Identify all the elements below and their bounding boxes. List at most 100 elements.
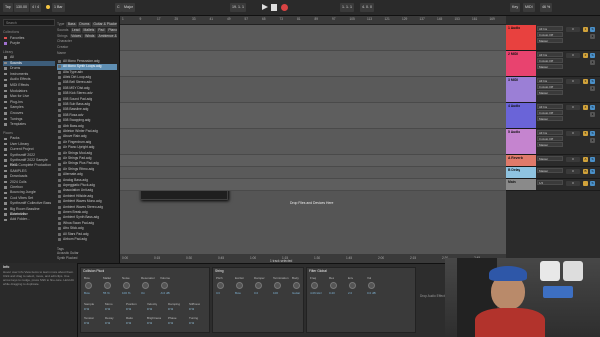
sidebar-item-audio-effects[interactable]: Audio Effects <box>3 77 55 82</box>
filter-chip[interactable]: Guitar & Plucked <box>91 22 117 27</box>
midi-map-button[interactable]: MIDI <box>523 3 535 12</box>
filter-chip[interactable]: Voices <box>69 33 83 39</box>
monitor-select[interactable]: In Auto Off <box>537 58 563 63</box>
track-name[interactable]: B Delay <box>508 168 520 172</box>
arm-record-button[interactable]: ● <box>590 60 595 65</box>
track-lane[interactable] <box>120 179 506 191</box>
input-type-select[interactable]: All Ins <box>537 26 563 31</box>
monitor-select[interactable]: In Auto Off <box>537 32 563 37</box>
track-name[interactable]: 4 Audio <box>508 104 520 108</box>
track-volume[interactable]: 0 <box>566 27 580 32</box>
tap-tempo-button[interactable]: Tap <box>3 3 13 12</box>
device-param-value[interactable]: Guitar <box>292 291 300 295</box>
sidebar-item-instruments[interactable]: Instruments <box>3 72 55 77</box>
arm-record-button[interactable]: ● <box>590 138 595 143</box>
device-knob[interactable] <box>161 282 168 289</box>
input-type-select[interactable]: All Ins <box>537 104 563 109</box>
sidebar-item-templates[interactable]: Templates <box>3 122 55 127</box>
device-knob[interactable] <box>368 282 375 289</box>
input-type-select[interactable]: All Ins <box>537 130 563 135</box>
track-header[interactable]: 3 MIDI All Ins In Auto Off Master 0 3 S ● <box>506 77 600 103</box>
tempo-field[interactable]: 130.00 <box>14 3 29 12</box>
track-activator-button[interactable]: 3 <box>583 79 588 84</box>
track-lane[interactable] <box>120 25 506 51</box>
track-activator-button[interactable] <box>583 181 588 186</box>
place-item[interactable]: User Library <box>3 142 55 147</box>
device-param-value[interactable]: C3 <box>216 291 220 295</box>
track-name[interactable]: 2 MIDI <box>508 52 518 56</box>
device-param-value[interactable]: Bow <box>235 291 241 295</box>
loop-start[interactable]: 1. 1. 1 <box>340 3 354 12</box>
sidebar-item-midi-effects[interactable]: MIDI Effects <box>3 83 55 88</box>
device-param-value[interactable]: 0 % <box>189 307 194 311</box>
filter-row[interactable]: Name <box>57 51 117 57</box>
track-activator-button[interactable]: A <box>583 157 588 162</box>
filter-row[interactable]: Type Bass Drums Guitar & Plucked <box>57 22 117 28</box>
output-select[interactable]: Master <box>537 142 563 147</box>
track-lane[interactable] <box>120 167 506 179</box>
track-lane[interactable] <box>120 51 506 77</box>
place-item[interactable]: NYC Complete Production <box>3 163 55 168</box>
metronome-icon[interactable] <box>46 5 50 9</box>
filter-chip[interactable]: Winds <box>83 33 96 39</box>
device-param-value[interactable]: 0 % <box>168 307 173 311</box>
monitor-select[interactable]: In Auto Off <box>537 110 563 115</box>
track-activator-button[interactable]: 2 <box>583 53 588 58</box>
output-select[interactable]: 1/2 <box>537 180 563 185</box>
collection-purple[interactable]: Purple <box>3 41 55 46</box>
track-volume[interactable]: 0 <box>566 53 580 58</box>
filter-row[interactable]: Character <box>57 39 117 45</box>
device-param-value[interactable]: 0 % <box>126 321 131 325</box>
device-param-value[interactable]: 0.0 dB <box>367 291 376 295</box>
scale-select[interactable]: Major <box>122 3 135 12</box>
sidebar-item-samples[interactable]: Samples <box>3 105 55 110</box>
track-volume[interactable]: 0 <box>566 181 580 186</box>
track-activator-button[interactable]: 4 <box>583 105 588 110</box>
sidebar-item-tunings[interactable]: Tunings <box>3 117 55 122</box>
track-lane[interactable] <box>120 77 506 103</box>
monitor-select[interactable]: In Auto Off <box>537 136 563 141</box>
device-param-value[interactable]: 0.20 <box>329 291 335 295</box>
track-lane[interactable] <box>120 155 506 167</box>
filter-chip[interactable]: Lead <box>70 27 82 33</box>
track-volume[interactable]: 0 <box>566 105 580 110</box>
place-item[interactable]: Big Room Bassline Essentials <box>3 207 55 216</box>
track-volume[interactable]: 0 <box>566 131 580 136</box>
loop-length[interactable]: 4. 0. 0 <box>360 3 374 12</box>
device-param-value[interactable]: 0 % <box>189 321 194 325</box>
output-select[interactable]: Master <box>537 168 563 173</box>
filter-chip[interactable]: Bass <box>66 22 77 27</box>
track-lane[interactable] <box>120 103 506 129</box>
solo-button[interactable]: S <box>590 105 595 110</box>
device-param-value[interactable]: 0.0 <box>254 291 258 295</box>
device-param-value[interactable]: 0 % <box>147 321 152 325</box>
device-knob[interactable] <box>330 282 337 289</box>
solo-button[interactable]: S <box>590 157 595 162</box>
output-select[interactable]: Master <box>537 156 563 161</box>
sidebar-item-grooves[interactable]: Grooves <box>3 111 55 116</box>
play-icon[interactable] <box>262 4 268 10</box>
track-header[interactable]: 4 Audio All Ins In Auto Off Master 0 4 S ● <box>506 103 600 129</box>
device-param-value[interactable]: Bow <box>84 291 90 295</box>
track-volume[interactable]: 0 <box>566 157 580 162</box>
device-knob[interactable] <box>274 282 281 289</box>
key-map-button[interactable]: Key <box>510 3 521 12</box>
track-activator-button[interactable]: 5 <box>583 131 588 136</box>
place-item[interactable]: Synthsmiff Collective Bass <box>3 201 55 206</box>
device-knob[interactable] <box>311 282 318 289</box>
track-name[interactable]: A Reverb <box>508 156 523 160</box>
device-knob[interactable] <box>217 282 224 289</box>
filter-chip[interactable]: Drums <box>77 22 91 27</box>
device-knob[interactable] <box>255 282 262 289</box>
solo-button[interactable]: S <box>590 79 595 84</box>
sidebar-item-drums[interactable]: Drums <box>3 66 55 71</box>
device-param-value[interactable]: 2.0 <box>348 291 352 295</box>
device-knob[interactable] <box>104 282 111 289</box>
filter-row[interactable]: StringsVoicesWindsAmbience & FX <box>57 33 117 40</box>
filter-row[interactable]: SoundsLeadMalletsPadPiano & Keys <box>57 27 117 34</box>
device-knob[interactable] <box>236 282 243 289</box>
output-select[interactable]: Master <box>537 116 563 121</box>
arm-record-button[interactable]: ● <box>590 34 595 39</box>
filter-chip[interactable]: Mallets <box>82 27 96 33</box>
device-panel[interactable]: Collision Pluck Bow Bow Mallet 55 % Noise 100 … <box>80 267 210 333</box>
